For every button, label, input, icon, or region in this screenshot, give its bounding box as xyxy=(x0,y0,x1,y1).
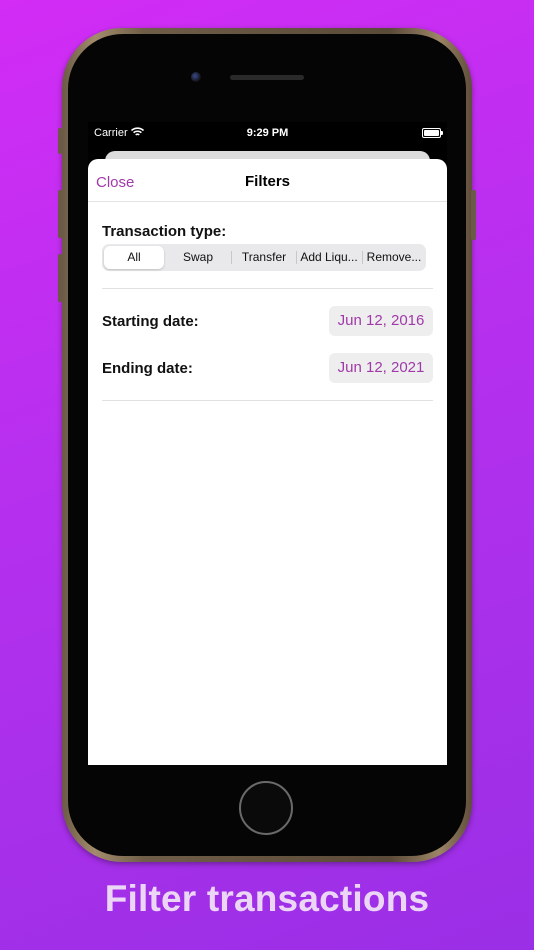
segment-remove[interactable]: Remove... xyxy=(363,244,425,271)
ending-date-label: Ending date: xyxy=(102,360,193,377)
mute-switch xyxy=(58,128,63,154)
promo-caption: Filter transactions xyxy=(104,878,430,919)
section-divider xyxy=(102,288,433,289)
battery-icon xyxy=(422,128,443,138)
filters-sheet: Close Filters Transaction type: All Swap… xyxy=(88,159,447,765)
segment-all[interactable]: All xyxy=(104,246,164,269)
segment-add-liquidity[interactable]: Add Liqu... xyxy=(297,244,361,271)
starting-date-label: Starting date: xyxy=(102,313,199,330)
transaction-type-segmented-control: All Swap Transfer Add Liqu... Remove... xyxy=(102,244,426,271)
sheet-header: Close Filters xyxy=(88,159,447,202)
power-button xyxy=(471,190,476,240)
volume-up-button xyxy=(58,190,63,238)
volume-down-button xyxy=(58,254,63,302)
phone-screen: Carrier 9:29 PM Close Filters Transactio… xyxy=(88,122,447,765)
status-time: 9:29 PM xyxy=(246,127,289,139)
sheet-title: Filters xyxy=(244,173,290,190)
earpiece-speaker xyxy=(230,75,304,80)
starting-date-picker[interactable]: Jun 12, 2016 xyxy=(329,306,433,336)
front-camera-icon xyxy=(191,72,201,82)
status-bar: Carrier 9:29 PM xyxy=(88,122,447,144)
transaction-type-label: Transaction type: xyxy=(102,223,227,240)
home-button[interactable] xyxy=(239,781,293,835)
segment-swap[interactable]: Swap xyxy=(166,244,230,271)
section-divider xyxy=(102,400,433,401)
ending-date-picker[interactable]: Jun 12, 2021 xyxy=(329,353,433,383)
segment-transfer[interactable]: Transfer xyxy=(232,244,296,271)
